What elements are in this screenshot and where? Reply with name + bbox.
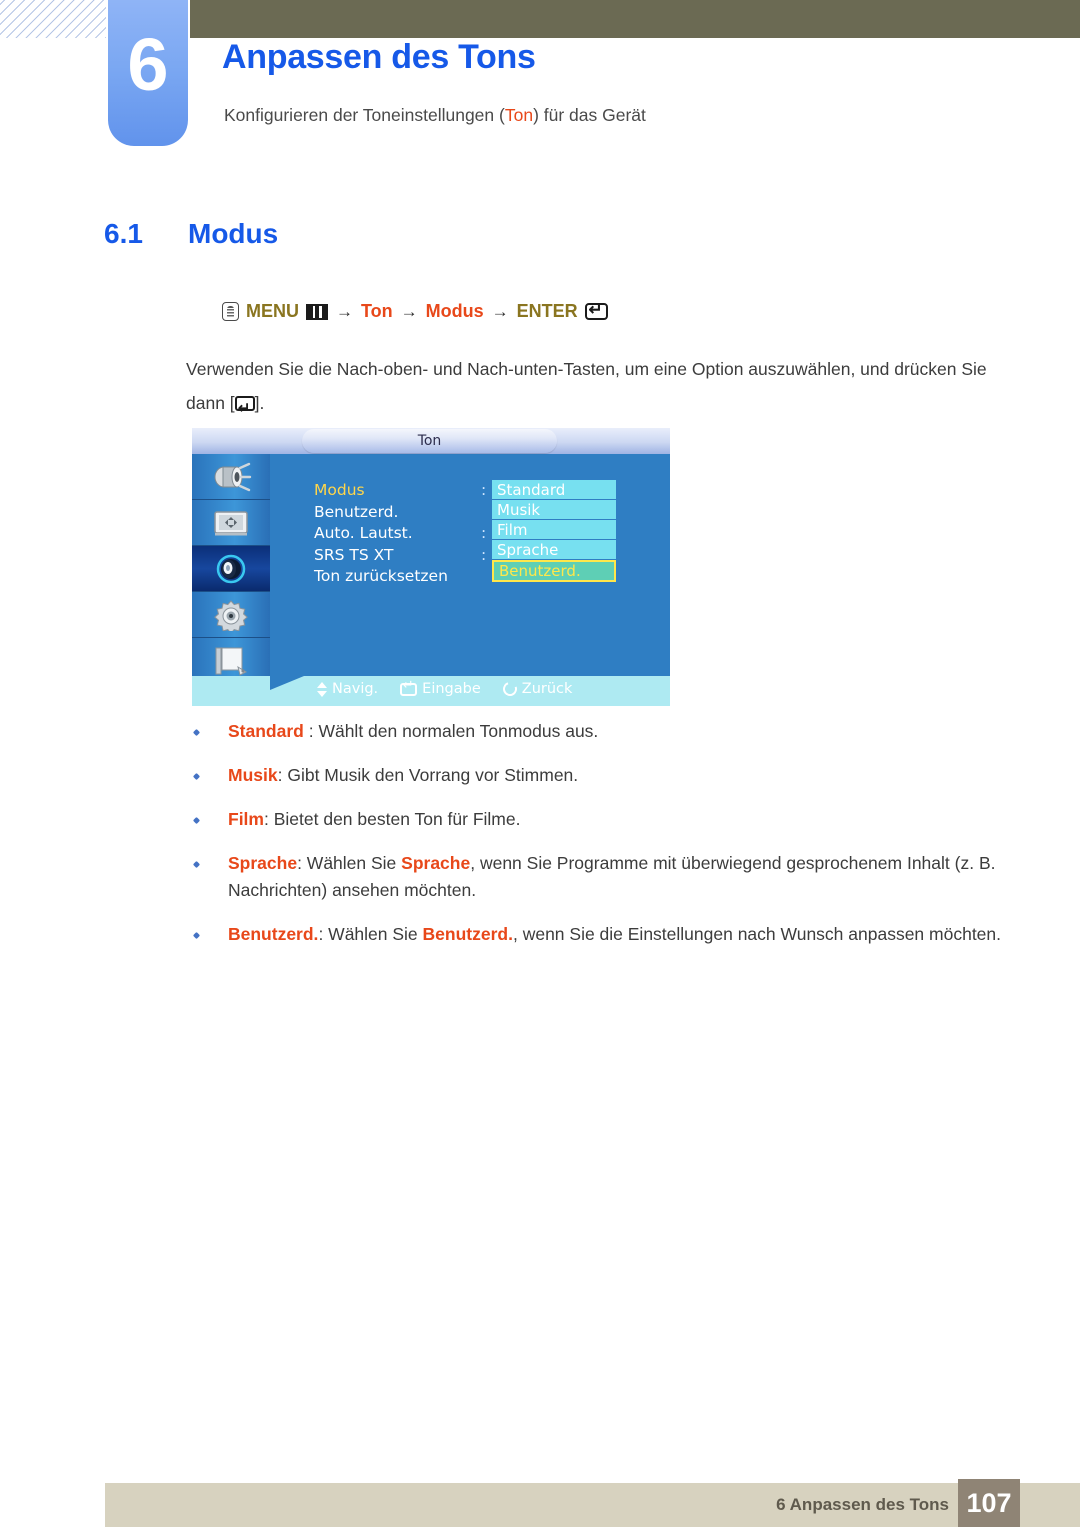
return-circle-icon <box>500 679 520 699</box>
chapter-subtitle: Konfigurieren der Toneinstellungen (Ton)… <box>224 105 646 126</box>
bullet-term-standard: Standard <box>228 721 304 741</box>
bullet-text-0: Wählt den normalen Tonmodus aus. <box>318 721 599 741</box>
osd-icon-rail <box>192 454 270 684</box>
osd-menu-item-auto-lautst[interactable]: Auto. Lautst. <box>314 523 448 545</box>
bullet-sep-0: : <box>303 721 319 741</box>
osd-option-standard[interactable]: Standard <box>492 480 616 500</box>
bullet-term-musik: Musik <box>228 765 278 785</box>
osd-option-sprache[interactable]: Sprache <box>492 540 616 560</box>
bullet-text-1: Gibt Musik den Vorrang vor Stimmen. <box>287 765 579 785</box>
bullet-inline-term-benutzerd: Benutzerd. <box>422 924 513 944</box>
hand-press-icon <box>222 302 239 321</box>
osd-menu-item-ton-zuruecksetzen[interactable]: Ton zurücksetzen <box>314 566 448 588</box>
screen-adjust-icon <box>214 510 248 535</box>
osd-option-film[interactable]: Film <box>492 520 616 540</box>
chapter-number-badge: 6 <box>108 0 188 146</box>
bullet-term-sprache: Sprache <box>228 853 298 873</box>
bullet-sep-4: : <box>318 924 329 944</box>
instruction-text-before: Verwenden Sie die Nach-oben- und Nach-un… <box>186 359 987 413</box>
osd-hint-back: Zurück <box>500 679 573 699</box>
osd-menu-colons: : : : <box>481 480 486 588</box>
setup-gear-icon <box>214 599 248 631</box>
menu-grid-icon <box>306 303 328 320</box>
osd-option-benutzerd[interactable]: Benutzerd. <box>492 560 616 582</box>
bullet-text-2: Bietet den besten Ton für Filme. <box>273 809 521 829</box>
osd-colon-0: : <box>481 481 487 499</box>
osd-hint-enter-label: Eingabe <box>422 681 481 697</box>
chapter-subtitle-highlight: Ton <box>504 105 534 125</box>
osd-hint-enter: Eingabe <box>400 678 481 697</box>
osd-menu-item-benutzerd[interactable]: Benutzerd. <box>314 502 448 524</box>
osd-option-list: Standard Musik Film Sprache Benutzerd. <box>492 480 616 582</box>
osd-menu-item-srs-ts-xt[interactable]: SRS TS XT <box>314 545 448 567</box>
up-down-arrow-icon <box>317 681 327 697</box>
osd-colon-2: : <box>481 524 487 542</box>
breadcrumb-arrow-1: → <box>336 301 353 321</box>
list-item: Film: Bietet den besten Ton für Filme. <box>186 806 1016 833</box>
osd-hint-bar: Navig. Eingabe Zurück <box>192 676 670 706</box>
breadcrumb-enter-label: ENTER <box>516 301 578 321</box>
bullet-text-4: Wählen Sie <box>328 924 423 944</box>
list-item: Musik: Gibt Musik den Vorrang vor Stimme… <box>186 762 1016 789</box>
instruction-text-after: ]. <box>254 393 265 413</box>
osd-hint-navigate-label: Navig. <box>332 681 379 697</box>
breadcrumb-arrow-3: → <box>491 301 509 321</box>
list-item: Standard : Wählt den normalen Tonmodus a… <box>186 718 1016 745</box>
osd-rail-item-setup[interactable] <box>192 592 270 638</box>
breadcrumb: MENU → Ton → Modus → ENTER <box>222 300 608 322</box>
bullet-sep-2: : <box>263 809 274 829</box>
osd-rail-item-picture[interactable] <box>192 454 270 500</box>
footer-chapter-label: 6 Anpassen des Tons <box>776 1495 949 1514</box>
enter-key-icon <box>584 300 608 320</box>
breadcrumb-step-ton: Ton <box>361 301 393 321</box>
bullet-term-film: Film <box>228 809 264 829</box>
document-page: 6 Anpassen des Tons Konfigurieren der To… <box>0 0 1080 1527</box>
page-number: 107 <box>958 1479 1020 1527</box>
bullet-sep-1: : <box>277 765 288 785</box>
osd-hint-back-label: Zurück <box>521 681 573 697</box>
osd-menu-list: Modus Benutzerd. Auto. Lautst. SRS TS XT… <box>314 480 448 588</box>
breadcrumb-menu-label: MENU <box>246 301 299 321</box>
osd-option-musik[interactable]: Musik <box>492 500 616 520</box>
page-title: Modus <box>188 218 279 249</box>
osd-content-area: Modus Benutzerd. Auto. Lautst. SRS TS XT… <box>270 454 670 684</box>
multi-control-document-icon <box>215 647 248 676</box>
osd-hint-navigate: Navig. <box>317 681 378 697</box>
chapter-subtitle-post: ) für das Gerät <box>533 105 646 125</box>
instruction-paragraph: Verwenden Sie die Nach-oben- und Nach-un… <box>186 352 1006 426</box>
list-item: Sprache: Wählen Sie Sprache, wenn Sie Pr… <box>186 850 1016 904</box>
osd-colon-1 <box>481 502 486 524</box>
bullet-text-3: Wählen Sie <box>306 853 402 873</box>
bullet-term-benutzerd: Benutzerd. <box>228 924 319 944</box>
osd-title: Ton <box>302 429 557 453</box>
picture-projector-icon <box>214 462 252 491</box>
enter-key-icon <box>234 392 255 426</box>
sound-speaker-icon <box>216 554 246 583</box>
osd-menu-screenshot: Ton Modus Benutzerd. Auto. Lautst. SRS T… <box>192 428 670 706</box>
list-item: Benutzerd.: Wählen Sie Benutzerd., wenn … <box>186 921 1016 948</box>
osd-hint-notch <box>270 676 304 690</box>
osd-colon-3: : <box>481 545 487 564</box>
breadcrumb-arrow-2: → <box>400 301 418 321</box>
enter-key-icon <box>400 678 418 696</box>
decorative-hatch-pattern <box>0 0 106 38</box>
breadcrumb-step-modus: Modus <box>425 301 484 321</box>
bullet-text2-4: , wenn Sie die Einstellungen nach Wunsch… <box>512 924 1002 944</box>
chapter-title: Anpassen des Tons <box>222 38 536 76</box>
osd-colon-4 <box>481 566 486 588</box>
option-description-list: Standard : Wählt den normalen Tonmodus a… <box>186 718 1016 965</box>
osd-menu-item-modus[interactable]: Modus <box>314 480 448 502</box>
osd-rail-item-screen[interactable] <box>192 500 270 546</box>
chapter-subtitle-pre: Konfigurieren der Toneinstellungen ( <box>224 105 505 125</box>
header-olive-bar <box>190 0 1080 38</box>
section-number: 6.1 <box>104 218 143 249</box>
bullet-sep-3: : <box>297 853 307 873</box>
bullet-inline-term-sprache: Sprache <box>401 853 471 873</box>
osd-rail-item-sound[interactable] <box>192 546 270 592</box>
osd-hint-group: Navig. Eingabe Zurück <box>317 678 572 700</box>
